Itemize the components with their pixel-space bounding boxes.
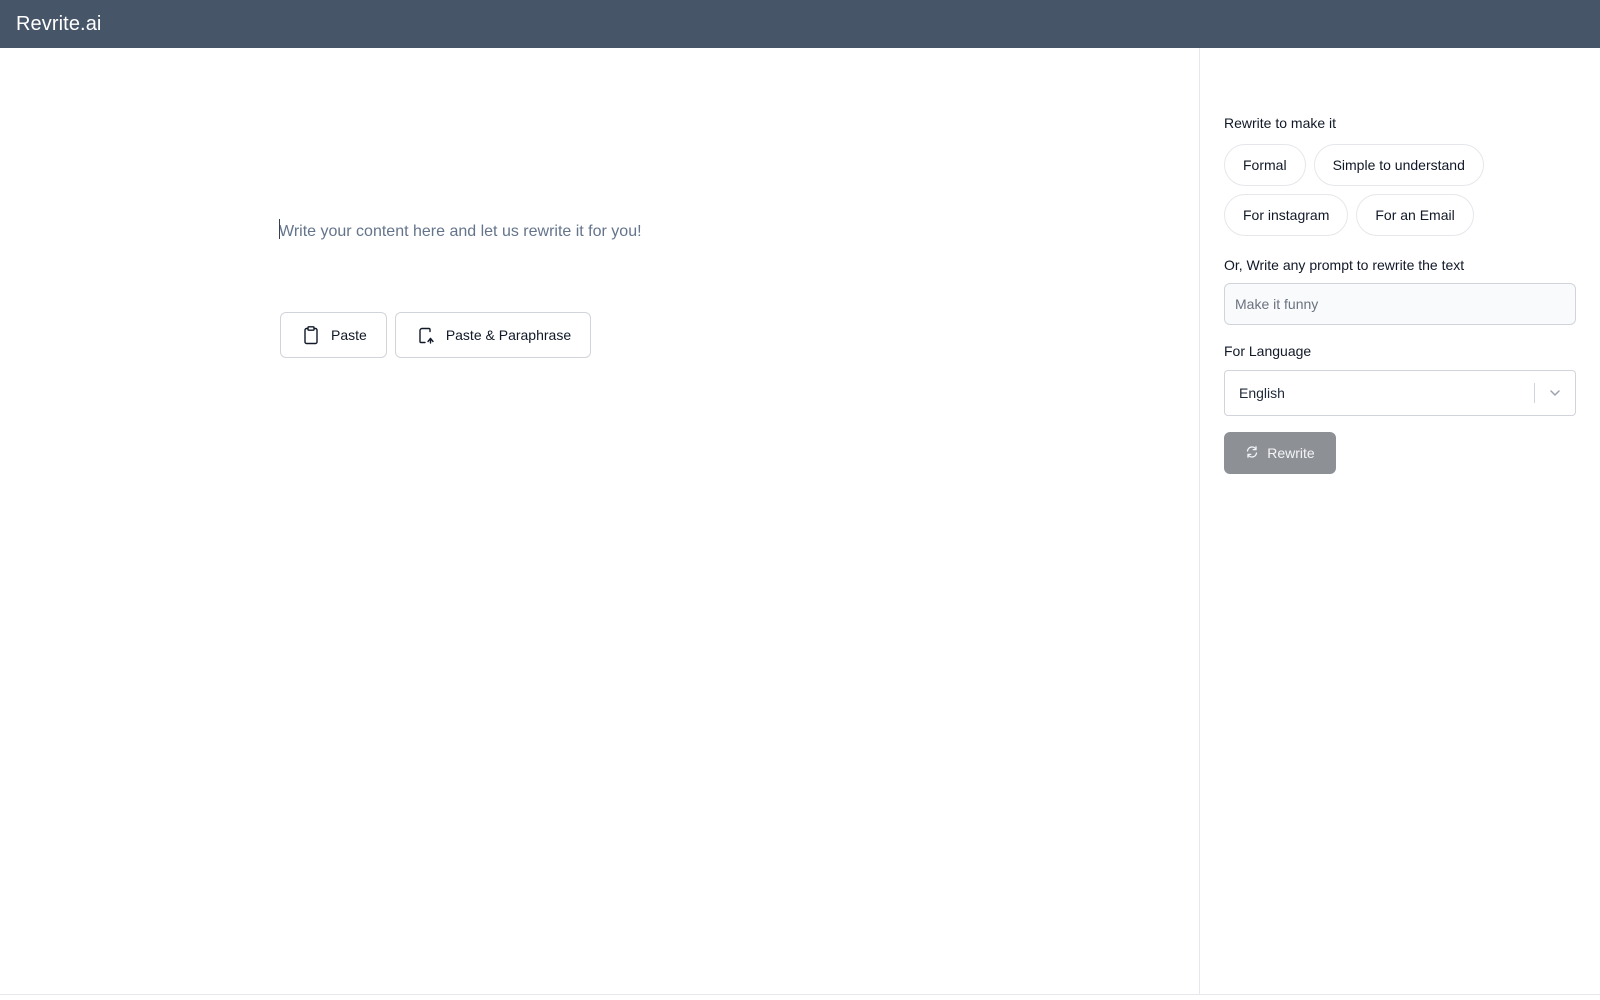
- custom-prompt-input[interactable]: [1224, 283, 1576, 325]
- language-label: For Language: [1224, 343, 1312, 359]
- tone-chips-row-1: Formal Simple to understand: [1224, 144, 1484, 186]
- paste-button[interactable]: Paste: [280, 312, 387, 358]
- tone-chips-row-2: For instagram For an Email: [1224, 194, 1474, 236]
- top-bar: Revrite.ai: [0, 0, 1600, 48]
- chip-formal[interactable]: Formal: [1224, 144, 1306, 186]
- prompt-label: Or, Write any prompt to rewrite the text: [1224, 257, 1465, 273]
- language-select[interactable]: English: [1224, 370, 1576, 416]
- paste-paraphrase-icon: [416, 325, 436, 345]
- chevron-down-icon[interactable]: [1535, 386, 1575, 400]
- refresh-icon: [1245, 445, 1259, 462]
- paste-button-label: Paste: [331, 327, 367, 343]
- clipboard-icon: [301, 325, 321, 345]
- chip-for-an-email[interactable]: For an Email: [1356, 194, 1474, 236]
- language-select-value: English: [1239, 385, 1285, 401]
- rewrite-button-label: Rewrite: [1267, 445, 1315, 461]
- rewrite-button[interactable]: Rewrite: [1224, 432, 1336, 474]
- content-editor[interactable]: [279, 218, 979, 246]
- paste-paraphrase-button[interactable]: Paste & Paraphrase: [394, 312, 592, 358]
- chip-simple-to-understand[interactable]: Simple to understand: [1313, 144, 1484, 186]
- editor-area: Paste Paste & Paraphrase: [0, 48, 1199, 994]
- paste-actions: Paste Paste & Paraphrase: [280, 312, 592, 358]
- chip-for-instagram[interactable]: For instagram: [1224, 194, 1349, 236]
- paste-paraphrase-button-label: Paste & Paraphrase: [445, 327, 572, 343]
- text-caret: [279, 219, 280, 239]
- tone-section-label: Rewrite to make it: [1224, 115, 1337, 131]
- rewrite-options-panel: Rewrite to make it Formal Simple to unde…: [1199, 48, 1600, 994]
- bottom-divider: [0, 994, 1600, 995]
- app-logo-text[interactable]: Revrite.ai: [16, 13, 101, 36]
